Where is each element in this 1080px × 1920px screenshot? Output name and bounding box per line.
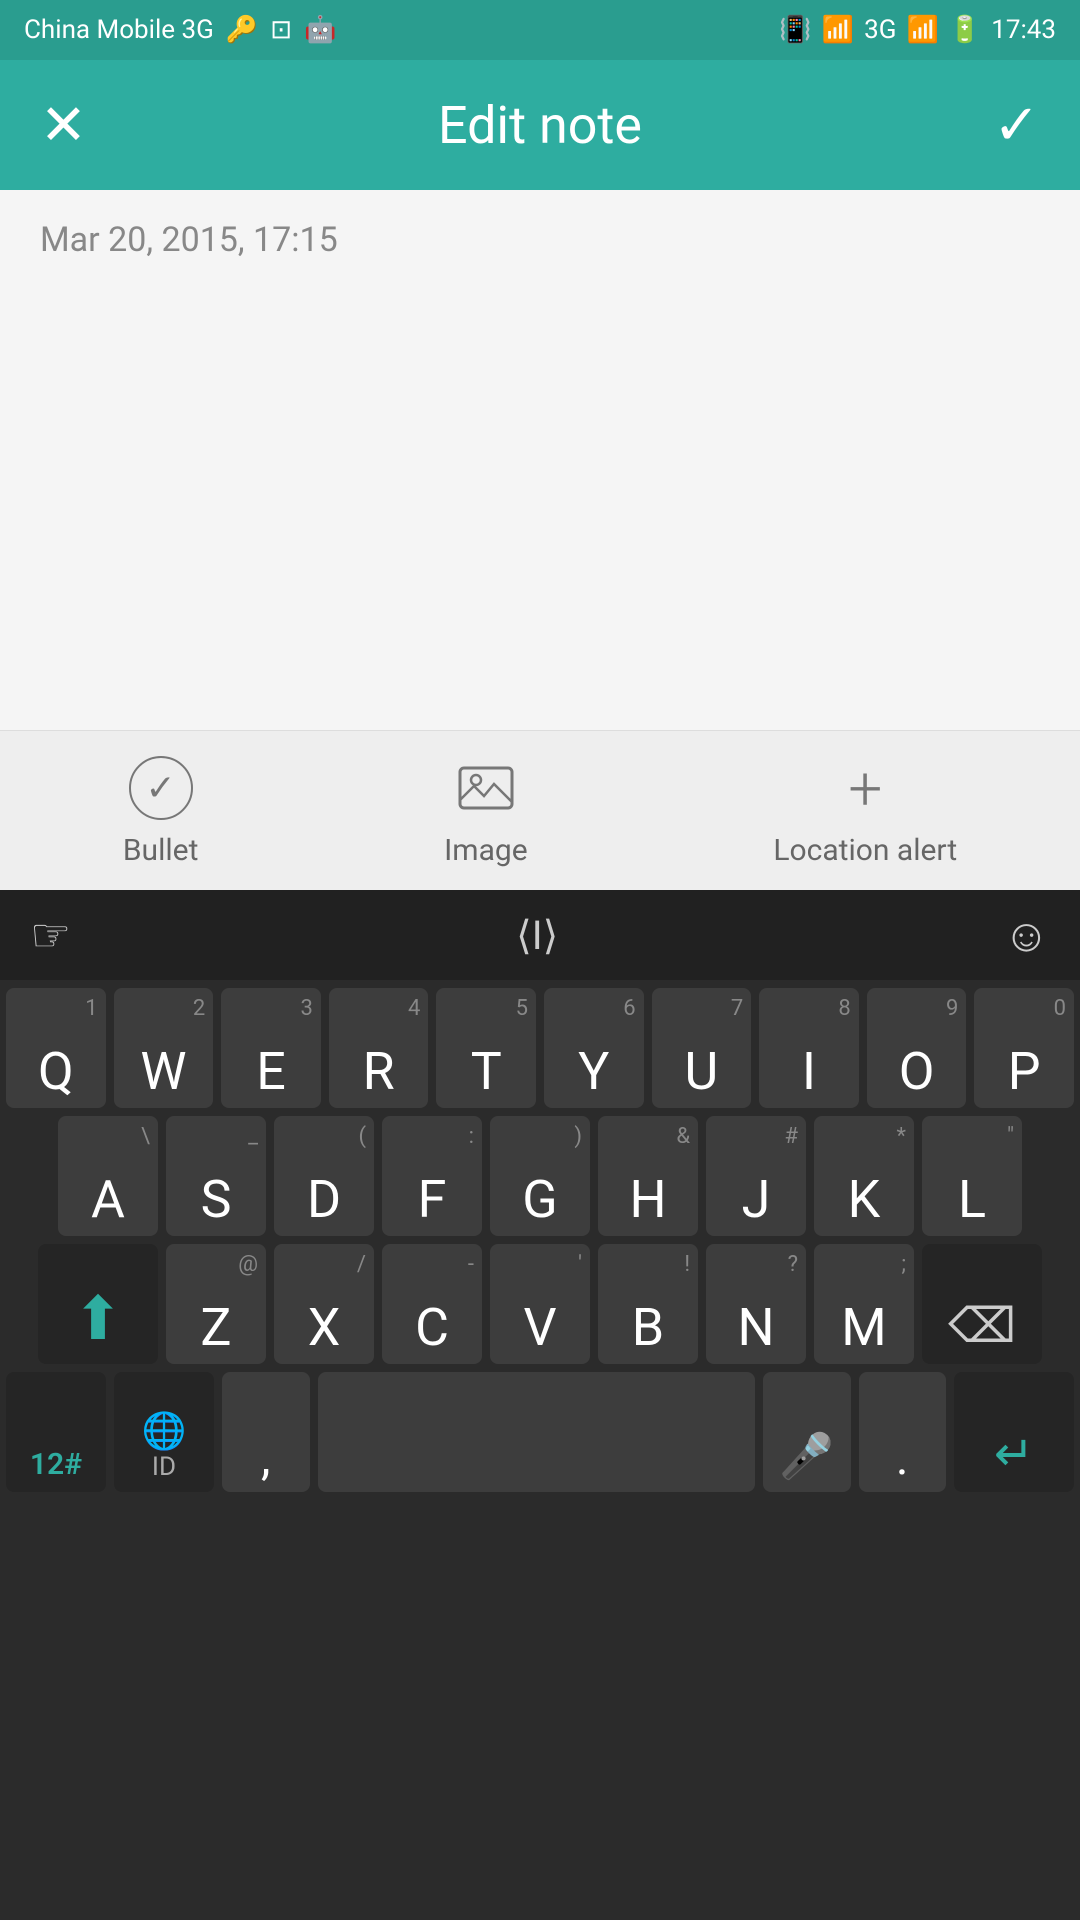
plus-icon: + [848, 753, 882, 824]
key-w[interactable]: 2W [114, 988, 214, 1108]
image-label: Image [444, 833, 528, 868]
space-key[interactable] [318, 1372, 756, 1492]
bullet-label: Bullet [123, 833, 199, 868]
key-p[interactable]: 0P [974, 988, 1074, 1108]
key-g[interactable]: )G [490, 1116, 590, 1236]
key-o[interactable]: 9O [867, 988, 967, 1108]
keyboard: ☞ ⟨I⟩ ☺ 1Q 2W 3E 4R 5T 6Y 7U 8I 9O 0P \A… [0, 890, 1080, 1920]
key-u[interactable]: 7U [652, 988, 752, 1108]
keyboard-row-4: 12# 🌐 ID , 🎤 . ↵ [6, 1372, 1074, 1492]
shift-arrow-icon: ⬆ [73, 1283, 123, 1354]
comma-key[interactable]: , [222, 1372, 310, 1492]
3g-label: 3G [864, 15, 896, 45]
num-label: 12# [30, 1447, 82, 1482]
note-input[interactable] [40, 280, 1040, 710]
key-m[interactable]: ;M [814, 1244, 914, 1364]
key-l[interactable]: "L [922, 1116, 1022, 1236]
time-label: 17:43 [991, 15, 1056, 45]
status-left: China Mobile 3G 🔑 ⊡ 🤖 [24, 15, 336, 45]
mic-key[interactable]: 🎤 [763, 1372, 851, 1492]
android-icon: 🤖 [304, 15, 336, 45]
check-circle-icon: ✓ [129, 756, 193, 820]
location-alert-icon: + [830, 753, 900, 823]
cancel-button[interactable]: ✕ [40, 97, 87, 153]
lang-key[interactable]: 🌐 ID [114, 1372, 214, 1492]
key-n[interactable]: ?N [706, 1244, 806, 1364]
vibrate-icon: 📳 [779, 15, 811, 45]
key-v[interactable]: 'V [490, 1244, 590, 1364]
mic-icon: 🎤 [779, 1430, 834, 1482]
keyboard-row-3: ⬆ @Z /X -C 'V !B ?N ;M ⌫ [6, 1244, 1074, 1364]
image-icon [451, 753, 521, 823]
lang-label: 🌐 ID [142, 1410, 187, 1482]
carrier-label: China Mobile 3G [24, 15, 214, 45]
key-j[interactable]: #J [706, 1116, 806, 1236]
keyboard-rows: 1Q 2W 3E 4R 5T 6Y 7U 8I 9O 0P \A _S (D :… [0, 980, 1080, 1492]
key-z[interactable]: @Z [166, 1244, 266, 1364]
delete-icon: ⌫ [948, 1297, 1016, 1354]
bullet-tool[interactable]: ✓ Bullet [123, 753, 199, 868]
key-k[interactable]: *K [814, 1116, 914, 1236]
screen-icon: ⊡ [270, 15, 292, 45]
key-d[interactable]: (D [274, 1116, 374, 1236]
note-date: Mar 20, 2015, 17:15 [40, 220, 1040, 260]
location-alert-tool[interactable]: + Location alert [773, 753, 957, 868]
signal-icon: 📶 [907, 15, 939, 45]
keyboard-top-bar: ☞ ⟨I⟩ ☺ [0, 890, 1080, 980]
toolbar: ✕ Edit note ✓ [0, 60, 1080, 190]
cursor-icon[interactable]: ⟨I⟩ [516, 912, 558, 959]
key-x[interactable]: /X [274, 1244, 374, 1364]
keyboard-row-1: 1Q 2W 3E 4R 5T 6Y 7U 8I 9O 0P [6, 988, 1074, 1108]
enter-icon: ↵ [994, 1425, 1034, 1482]
bottom-toolbar: ✓ Bullet Image + Location alert [0, 730, 1080, 890]
key-icon: 🔑 [226, 15, 258, 45]
confirm-button[interactable]: ✓ [993, 97, 1040, 153]
key-f[interactable]: :F [382, 1116, 482, 1236]
key-a[interactable]: \A [58, 1116, 158, 1236]
location-alert-label: Location alert [773, 833, 957, 868]
keyboard-row-2: \A _S (D :F )G &H #J *K "L [6, 1116, 1074, 1236]
wifi-icon: 📶 [822, 15, 854, 45]
hand-icon[interactable]: ☞ [30, 908, 71, 963]
delete-key[interactable]: ⌫ [922, 1244, 1042, 1364]
key-h[interactable]: &H [598, 1116, 698, 1236]
globe-icon: 🌐 [142, 1410, 187, 1452]
status-right: 📳 📶 3G 📶 🔋 17:43 [779, 15, 1056, 45]
key-t[interactable]: 5T [436, 988, 536, 1108]
emoji-icon[interactable]: ☺ [1003, 908, 1050, 963]
status-bar: China Mobile 3G 🔑 ⊡ 🤖 📳 📶 3G 📶 🔋 17:43 [0, 0, 1080, 60]
key-r[interactable]: 4R [329, 988, 429, 1108]
bullet-icon: ✓ [126, 753, 196, 823]
key-c[interactable]: -C [382, 1244, 482, 1364]
key-q[interactable]: 1Q [6, 988, 106, 1108]
key-y[interactable]: 6Y [544, 988, 644, 1108]
key-i[interactable]: 8I [759, 988, 859, 1108]
key-e[interactable]: 3E [221, 988, 321, 1108]
shift-key[interactable]: ⬆ [38, 1244, 158, 1364]
image-tool[interactable]: Image [444, 753, 528, 868]
period-key[interactable]: . [859, 1372, 947, 1492]
key-b[interactable]: !B [598, 1244, 698, 1364]
battery-icon: 🔋 [949, 15, 981, 45]
num-key[interactable]: 12# [6, 1372, 106, 1492]
enter-key[interactable]: ↵ [954, 1372, 1074, 1492]
key-s[interactable]: _S [166, 1116, 266, 1236]
note-area: Mar 20, 2015, 17:15 [0, 190, 1080, 730]
page-title: Edit note [438, 95, 642, 156]
